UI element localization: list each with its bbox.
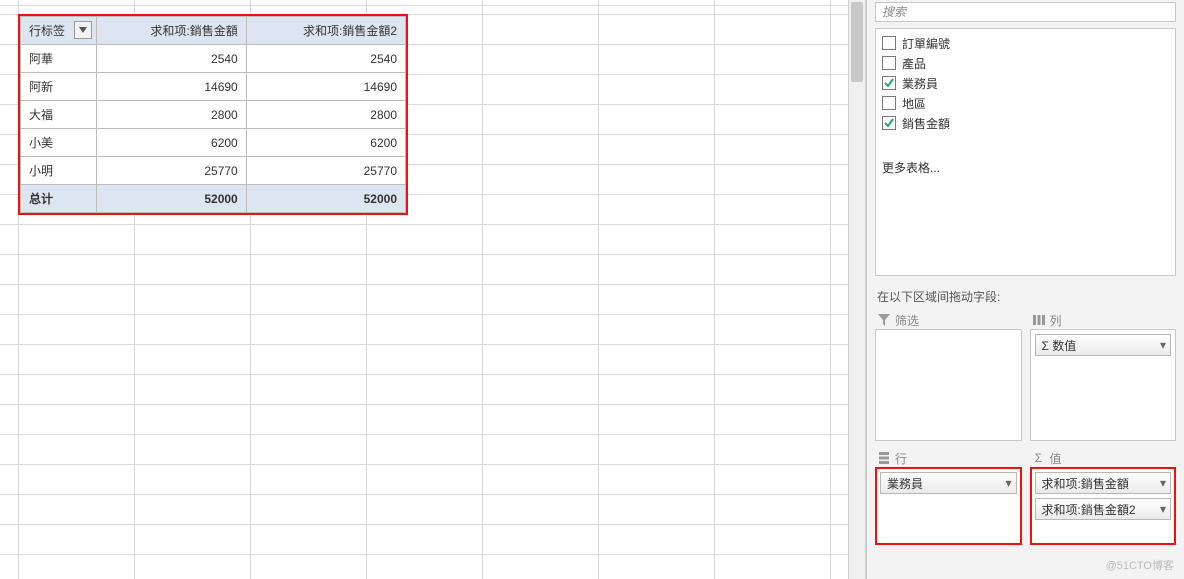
row-label: 大福 — [21, 101, 97, 129]
zone-body-filter[interactable] — [875, 329, 1022, 441]
drop-zones: 筛选 列 Σ 数值 ▾ 行 — [867, 311, 1184, 579]
chevron-down-icon: ▾ — [1160, 502, 1166, 516]
zone-title: 筛选 — [895, 312, 919, 329]
pill-label: 求和项:銷售金額2 — [1042, 501, 1136, 518]
chevron-down-icon: ▾ — [1160, 338, 1166, 352]
row-val2: 25770 — [246, 157, 405, 185]
zone-body-values[interactable]: 求和项:銷售金額 ▾ 求和项:銷售金額2 ▾ — [1030, 467, 1177, 545]
chevron-down-icon: ▾ — [1005, 476, 1011, 490]
row-label: 阿新 — [21, 73, 97, 101]
zone-filter: 筛选 — [875, 311, 1022, 441]
row-label: 小明 — [21, 157, 97, 185]
row-val1: 2540 — [97, 45, 247, 73]
row-val2: 6200 — [246, 129, 405, 157]
sigma-icon: Σ — [1032, 451, 1046, 465]
pivot-header-col2[interactable]: 求和项:銷售金額2 — [246, 17, 405, 45]
row-val1: 6200 — [97, 129, 247, 157]
pivot-header-col1[interactable]: 求和项:銷售金額 — [97, 17, 247, 45]
checkbox-icon[interactable] — [882, 96, 896, 110]
zone-title: 行 — [895, 450, 907, 467]
pill-label: 業務員 — [887, 475, 923, 492]
field-label: 地區 — [902, 95, 926, 112]
row-val1: 2800 — [97, 101, 247, 129]
zone-body-rows[interactable]: 業務員 ▾ — [875, 467, 1022, 545]
zone-pill[interactable]: 求和项:銷售金額 ▾ — [1035, 472, 1172, 494]
row-val2: 14690 — [246, 73, 405, 101]
total-label: 总计 — [21, 185, 97, 213]
zone-pill[interactable]: 業務員 ▾ — [880, 472, 1017, 494]
zone-values: Σ 值 求和项:銷售金額 ▾ 求和项:銷售金額2 ▾ — [1030, 449, 1177, 545]
table-row[interactable]: 大福 2800 2800 — [21, 101, 406, 129]
row-val2: 2540 — [246, 45, 405, 73]
pivot-table-highlight: 行标签 求和项:銷售金額 求和项:銷售金額2 阿華 2540 2540 阿新 — [18, 14, 408, 215]
table-row[interactable]: 小美 6200 6200 — [21, 129, 406, 157]
field-label: 產品 — [902, 55, 926, 72]
columns-icon — [1032, 314, 1046, 326]
field-search-input[interactable]: 搜索 — [875, 2, 1176, 22]
pivot-field-list-pane: 搜索 訂單編號 產品 業務員 地區 — [866, 0, 1184, 579]
checkbox-icon[interactable] — [882, 76, 896, 90]
table-row[interactable]: 阿華 2540 2540 — [21, 45, 406, 73]
chevron-down-icon — [79, 27, 87, 33]
filter-icon — [877, 314, 891, 326]
field-item[interactable]: 銷售金額 — [882, 113, 1169, 133]
zone-body-columns[interactable]: Σ 数值 ▾ — [1030, 329, 1177, 441]
table-total-row[interactable]: 总计 52000 52000 — [21, 185, 406, 213]
table-row[interactable]: 阿新 14690 14690 — [21, 73, 406, 101]
zone-pill[interactable]: 求和项:銷售金額2 ▾ — [1035, 498, 1172, 520]
chevron-down-icon: ▾ — [1160, 476, 1166, 490]
checkbox-icon[interactable] — [882, 56, 896, 70]
total-val2: 52000 — [246, 185, 405, 213]
drag-hint-label: 在以下区域间拖动字段: — [867, 280, 1184, 311]
zone-title: 列 — [1050, 312, 1062, 329]
pill-label: Σ 数值 — [1042, 337, 1077, 354]
zone-rows: 行 業務員 ▾ — [875, 449, 1022, 545]
field-item[interactable]: 地區 — [882, 93, 1169, 113]
pivot-header-rowlabel[interactable]: 行标签 — [21, 17, 97, 45]
spreadsheet-area[interactable]: 行标签 求和项:銷售金額 求和项:銷售金額2 阿華 2540 2540 阿新 — [0, 0, 866, 579]
rows-icon — [877, 452, 891, 464]
field-list[interactable]: 訂單編號 產品 業務員 地區 銷售金額 更多表格... — [875, 28, 1176, 276]
field-item[interactable]: 訂單編號 — [882, 33, 1169, 53]
row-label: 小美 — [21, 129, 97, 157]
field-label: 業務員 — [902, 75, 938, 92]
checkbox-icon[interactable] — [882, 36, 896, 50]
field-item[interactable]: 產品 — [882, 53, 1169, 73]
total-val1: 52000 — [97, 185, 247, 213]
zone-columns: 列 Σ 数值 ▾ — [1030, 311, 1177, 441]
scrollbar-thumb[interactable] — [851, 2, 863, 82]
checkbox-icon[interactable] — [882, 116, 896, 130]
row-val1: 14690 — [97, 73, 247, 101]
pivot-header-rowlabel-text: 行标签 — [29, 24, 65, 38]
zone-pill[interactable]: Σ 数值 ▾ — [1035, 334, 1172, 356]
field-item[interactable]: 業務員 — [882, 73, 1169, 93]
row-label: 阿華 — [21, 45, 97, 73]
row-label-filter-button[interactable] — [74, 21, 92, 39]
field-label: 銷售金額 — [902, 115, 950, 132]
table-row[interactable]: 小明 25770 25770 — [21, 157, 406, 185]
row-val2: 2800 — [246, 101, 405, 129]
row-val1: 25770 — [97, 157, 247, 185]
pivot-table[interactable]: 行标签 求和项:銷售金額 求和项:銷售金額2 阿華 2540 2540 阿新 — [20, 16, 406, 213]
pill-label: 求和项:銷售金額 — [1042, 475, 1129, 492]
more-tables-link[interactable]: 更多表格... — [882, 159, 1169, 176]
vertical-scrollbar[interactable] — [848, 0, 865, 579]
field-label: 訂單編號 — [902, 35, 950, 52]
zone-title: 值 — [1050, 450, 1062, 467]
